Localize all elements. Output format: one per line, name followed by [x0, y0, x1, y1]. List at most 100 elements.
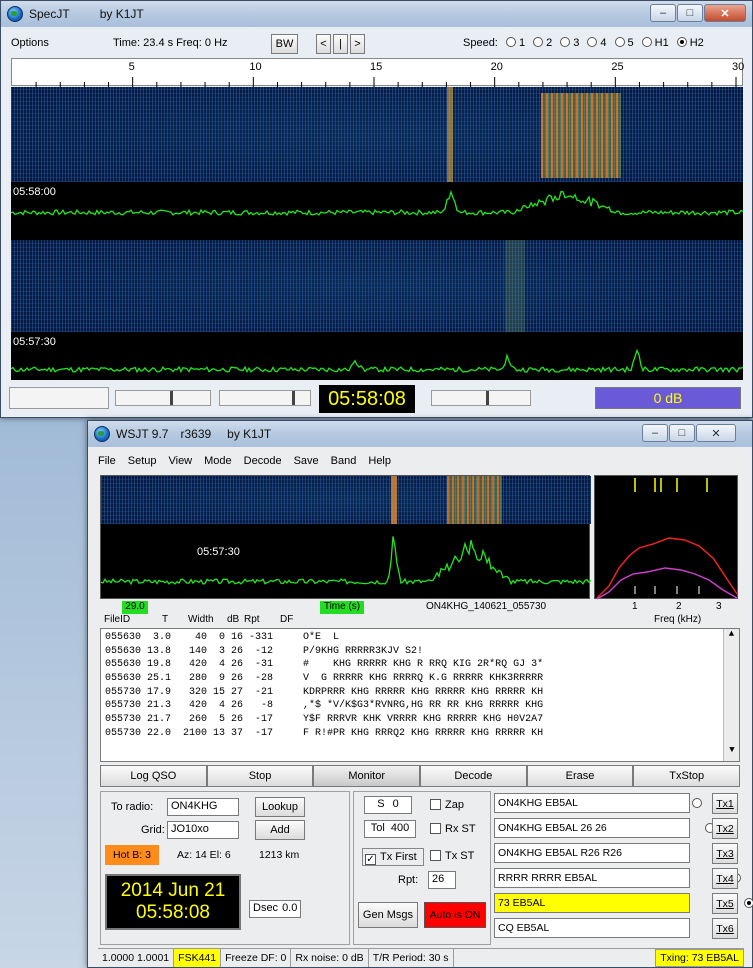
signal-burst [447, 476, 502, 524]
decode-row[interactable]: 055630 19.8 420 4 26 -31 # KHG RRRRR KHG… [105, 658, 735, 672]
wsjt-titlebar[interactable]: WSJT 9.7 r3639 by K1JT – □ ✕ [88, 421, 752, 447]
menu-band[interactable]: Band [331, 455, 357, 471]
maximize-icon[interactable]: □ [669, 424, 695, 442]
tx-st-checkbox[interactable]: Tx ST [430, 850, 474, 862]
tx-message-3[interactable]: ON4KHG EB5AL R26 R26 [494, 843, 690, 863]
monitor-button[interactable]: Monitor [313, 765, 421, 787]
decode-row[interactable]: 055730 21.7 260 5 26 -17 Y$F RRRVR KHK V… [105, 713, 735, 727]
tx-button-3[interactable]: Tx3 [712, 843, 738, 864]
contrast-slider[interactable] [219, 390, 311, 406]
tol-field[interactable]: Tol 400 [364, 820, 416, 838]
station-panel: To radio: ON4KHG Lookup Grid: JO10xo Add… [100, 791, 350, 945]
radio-icon[interactable] [506, 37, 516, 47]
close-icon[interactable]: ✕ [696, 424, 736, 442]
radio-icon[interactable] [560, 37, 571, 47]
log-qso-button[interactable]: Log QSO [100, 765, 207, 787]
tx-message-6[interactable]: CQ EB5AL [494, 918, 690, 938]
minimize-icon[interactable]: – [650, 4, 676, 22]
slider-thumb[interactable] [170, 391, 173, 405]
speed-option-5[interactable]: 5 [614, 37, 634, 49]
speed-option-2[interactable]: 2 [533, 37, 552, 49]
rpt-label: Rpt: [398, 874, 419, 886]
radio-icon[interactable] [587, 37, 598, 47]
radio-icon[interactable] [614, 37, 625, 47]
decode-row[interactable]: 055730 22.0 2100 13 37 -17 F R!#PR KHG R… [105, 727, 735, 741]
decoded-text-area[interactable]: ▲ ▼ 055630 3.0 40 0 16 -331 O*E L 055630 … [100, 628, 740, 762]
nav-mid-button[interactable]: | [333, 34, 348, 54]
nav-prev-button[interactable]: < [316, 34, 331, 54]
tx-message-5[interactable]: 73 EB5AL [494, 893, 690, 913]
speed-option-h2[interactable]: H2 [676, 37, 704, 49]
scroll-up-icon[interactable]: ▲ [724, 629, 739, 645]
decode-row[interactable]: 055630 25.1 280 9 26 -28 V G RRRRR KHG R… [105, 672, 735, 686]
menu-file[interactable]: File [98, 455, 116, 471]
tx-select-radio-5[interactable] [744, 898, 753, 908]
slider-thumb[interactable] [486, 391, 489, 405]
tx-st-box[interactable] [430, 850, 441, 861]
erase-button[interactable]: Erase [526, 765, 634, 787]
bw-button[interactable]: BW [271, 34, 298, 54]
specjt-titlebar[interactable]: SpecJT by K1JT – □ ✕ [1, 1, 752, 27]
txstop-button[interactable]: TxStop [633, 765, 741, 787]
rpt-input[interactable]: 26 [428, 871, 456, 889]
decode-row[interactable]: 055730 21.3 420 4 26 -8 ,*$ *V/K$G3*RVNR… [105, 699, 735, 713]
slider-track-1[interactable] [9, 387, 109, 409]
menu-decode[interactable]: Decode [244, 455, 282, 471]
add-button[interactable]: Add [255, 820, 305, 840]
zap-box[interactable] [430, 799, 441, 810]
gen-msgs-button[interactable]: Gen Msgs [358, 902, 418, 928]
tx-button-2[interactable]: Tx2 [712, 818, 738, 839]
brightness-slider[interactable] [115, 390, 211, 406]
decode-row[interactable]: 055630 3.0 40 0 16 -331 O*E L [105, 631, 735, 645]
close-icon[interactable]: ✕ [704, 4, 746, 22]
radio-icon[interactable] [641, 37, 652, 47]
rx-st-box[interactable] [430, 823, 441, 834]
speed-option-label: 3 [573, 37, 580, 49]
radio-icon[interactable] [676, 37, 687, 47]
decode-row[interactable]: 055630 13.8 140 3 26 -12 P/9KHG RRRRR3KJ… [105, 645, 735, 659]
zap-checkbox[interactable]: Zap [430, 799, 464, 811]
speed-option-label: H2 [689, 37, 704, 49]
menu-mode[interactable]: Mode [204, 455, 232, 471]
speed-option-1[interactable]: 1 [506, 37, 525, 49]
tx-first-box[interactable]: ✓ [365, 854, 376, 865]
stop-button[interactable]: Stop [206, 765, 314, 787]
speed-option-label: 4 [600, 37, 607, 49]
speed-option-h1[interactable]: H1 [641, 37, 669, 49]
tx-select-radio-1[interactable] [692, 798, 702, 808]
vertical-scrollbar[interactable]: ▲ ▼ [723, 629, 739, 761]
nav-next-button[interactable]: > [350, 34, 365, 54]
tx-button-4[interactable]: Tx4 [712, 868, 738, 889]
speed-option-4[interactable]: 4 [587, 37, 607, 49]
rx-st-checkbox[interactable]: Rx ST [430, 823, 476, 835]
minimize-icon[interactable]: – [642, 424, 668, 442]
tx-button-1[interactable]: Tx1 [712, 793, 738, 814]
tx-message-4[interactable]: RRRR RRRR EB5AL [494, 868, 690, 888]
tx-first-checkbox[interactable]: ✓ Tx First [362, 848, 424, 866]
slider-thumb[interactable] [292, 391, 295, 405]
gain-slider[interactable] [431, 390, 531, 406]
tx-button-6[interactable]: Tx6 [712, 918, 738, 939]
menu-save[interactable]: Save [294, 455, 319, 471]
tx-message-1[interactable]: ON4KHG EB5AL [494, 793, 690, 813]
decode-row[interactable]: 055730 17.9 320 15 27 -21 KDRPRRR KHG RR… [105, 686, 735, 700]
s-field[interactable]: S 0 [364, 796, 412, 814]
options-menu[interactable]: Options [11, 37, 49, 49]
menu-help[interactable]: Help [368, 455, 391, 471]
radio-icon[interactable] [533, 37, 544, 47]
maximize-icon[interactable]: □ [677, 4, 703, 22]
tx-button-5[interactable]: Tx5 [712, 893, 738, 914]
header-width: Width [188, 614, 214, 625]
menu-view[interactable]: View [168, 455, 192, 471]
decode-button[interactable]: Decode [420, 765, 527, 787]
tx-message-2[interactable]: ON4KHG EB5AL 26 26 [494, 818, 690, 838]
dsec-field[interactable]: Dsec 0.0 [249, 900, 301, 918]
to-radio-input[interactable]: ON4KHG [167, 798, 239, 816]
menu-setup[interactable]: Setup [128, 455, 157, 471]
auto-toggle-button[interactable]: Auto is ON [424, 902, 486, 928]
lookup-button[interactable]: Lookup [255, 797, 305, 817]
speed-option-3[interactable]: 3 [560, 37, 579, 49]
plot-gap [11, 222, 743, 240]
scroll-down-icon[interactable]: ▼ [724, 745, 739, 761]
grid-input[interactable]: JO10xo [167, 821, 239, 839]
